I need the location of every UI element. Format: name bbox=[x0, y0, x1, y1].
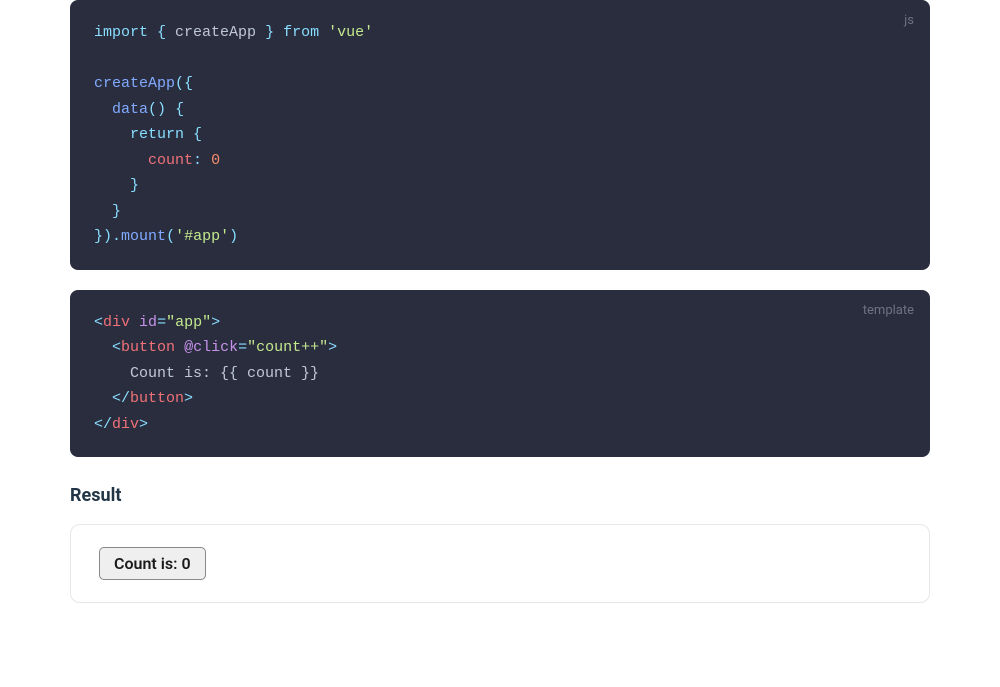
code-line: }).mount('#app') bbox=[94, 224, 906, 250]
code-line: data() { bbox=[94, 97, 906, 123]
code-content: <div id="app"> <button @click="count++">… bbox=[94, 310, 906, 438]
code-block-template: template <div id="app"> <button @click="… bbox=[70, 290, 930, 458]
code-content: import { createApp } from 'vue' createAp… bbox=[94, 20, 906, 250]
code-line: Count is: {{ count }} bbox=[94, 361, 906, 387]
code-line: } bbox=[94, 173, 906, 199]
code-line: } bbox=[94, 199, 906, 225]
code-line: </button> bbox=[94, 386, 906, 412]
result-heading: Result bbox=[70, 485, 930, 506]
code-line bbox=[94, 46, 906, 72]
code-line: count: 0 bbox=[94, 148, 906, 174]
code-line: <button @click="count++"> bbox=[94, 335, 906, 361]
result-box: Count is: 0 bbox=[70, 524, 930, 603]
code-line: import { createApp } from 'vue' bbox=[94, 20, 906, 46]
code-line: createApp({ bbox=[94, 71, 906, 97]
count-button[interactable]: Count is: 0 bbox=[99, 547, 206, 580]
lang-label: js bbox=[904, 10, 914, 32]
code-line: </div> bbox=[94, 412, 906, 438]
code-block-js: js import { createApp } from 'vue' creat… bbox=[70, 0, 930, 270]
code-line: return { bbox=[94, 122, 906, 148]
lang-label: template bbox=[863, 300, 914, 322]
code-line: <div id="app"> bbox=[94, 310, 906, 336]
